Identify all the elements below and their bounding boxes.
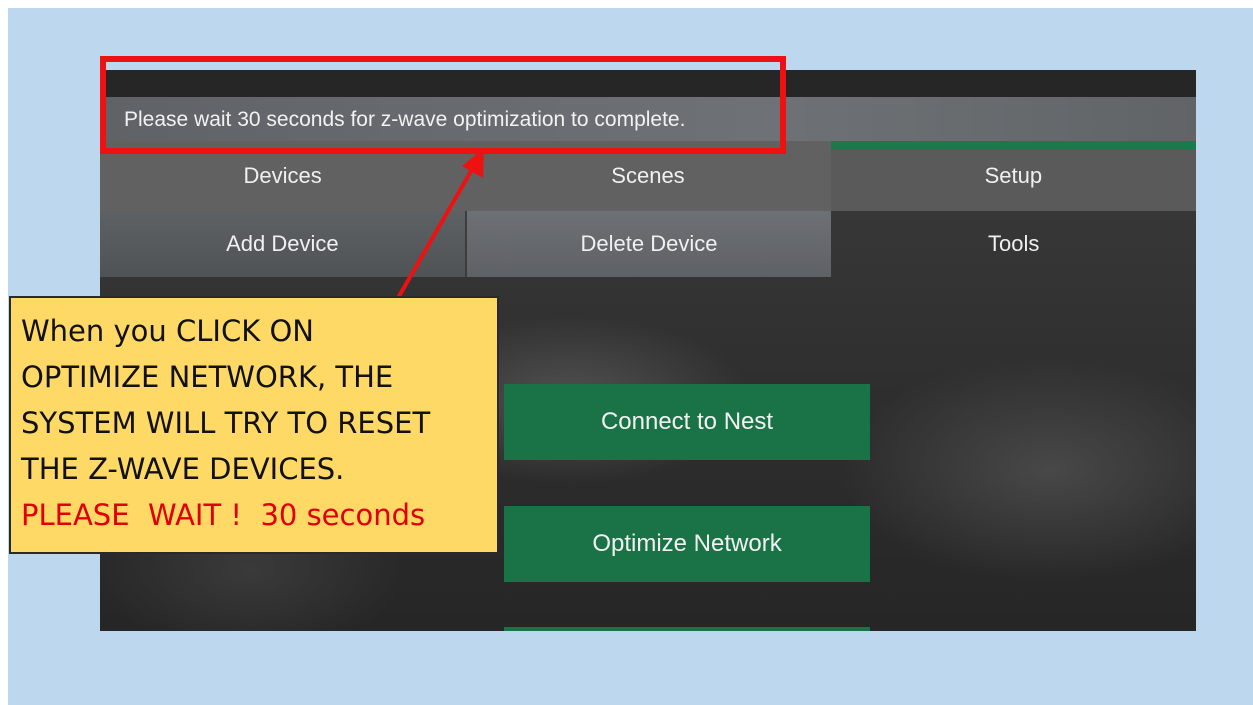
tab-setup[interactable]: Setup (830, 141, 1196, 211)
partially-visible-button[interactable] (504, 627, 870, 631)
callout-line: When you CLICK ON (21, 314, 314, 348)
subtab-delete-device-label: Delete Device (580, 231, 718, 256)
subtab-tools[interactable]: Tools (831, 211, 1196, 277)
tab-setup-label: Setup (984, 163, 1043, 188)
subtab-add-device[interactable]: Add Device (100, 211, 467, 277)
tab-scenes-label: Scenes (611, 163, 685, 188)
setup-subtabs: Add Device Delete Device Tools (100, 211, 1196, 277)
callout-line: THE Z-WAVE DEVICES. (21, 452, 345, 486)
callout-line: SYSTEM WILL TRY TO RESET (21, 406, 431, 440)
subtab-delete-device[interactable]: Delete Device (466, 211, 832, 277)
optimize-network-button[interactable]: Optimize Network (504, 506, 870, 582)
highlight-box (100, 56, 786, 154)
instruction-callout: When you CLICK ON OPTIMIZE NETWORK, THE … (9, 296, 499, 554)
callout-line: OPTIMIZE NETWORK, THE (21, 360, 394, 394)
active-tab-indicator (830, 141, 1196, 150)
subtab-tools-label: Tools (988, 231, 1040, 256)
subtab-add-device-label: Add Device (226, 231, 339, 256)
connect-to-nest-button[interactable]: Connect to Nest (504, 384, 870, 460)
callout-warning: PLEASE WAIT ! 30 seconds (21, 498, 426, 532)
tab-devices-label: Devices (243, 163, 322, 188)
